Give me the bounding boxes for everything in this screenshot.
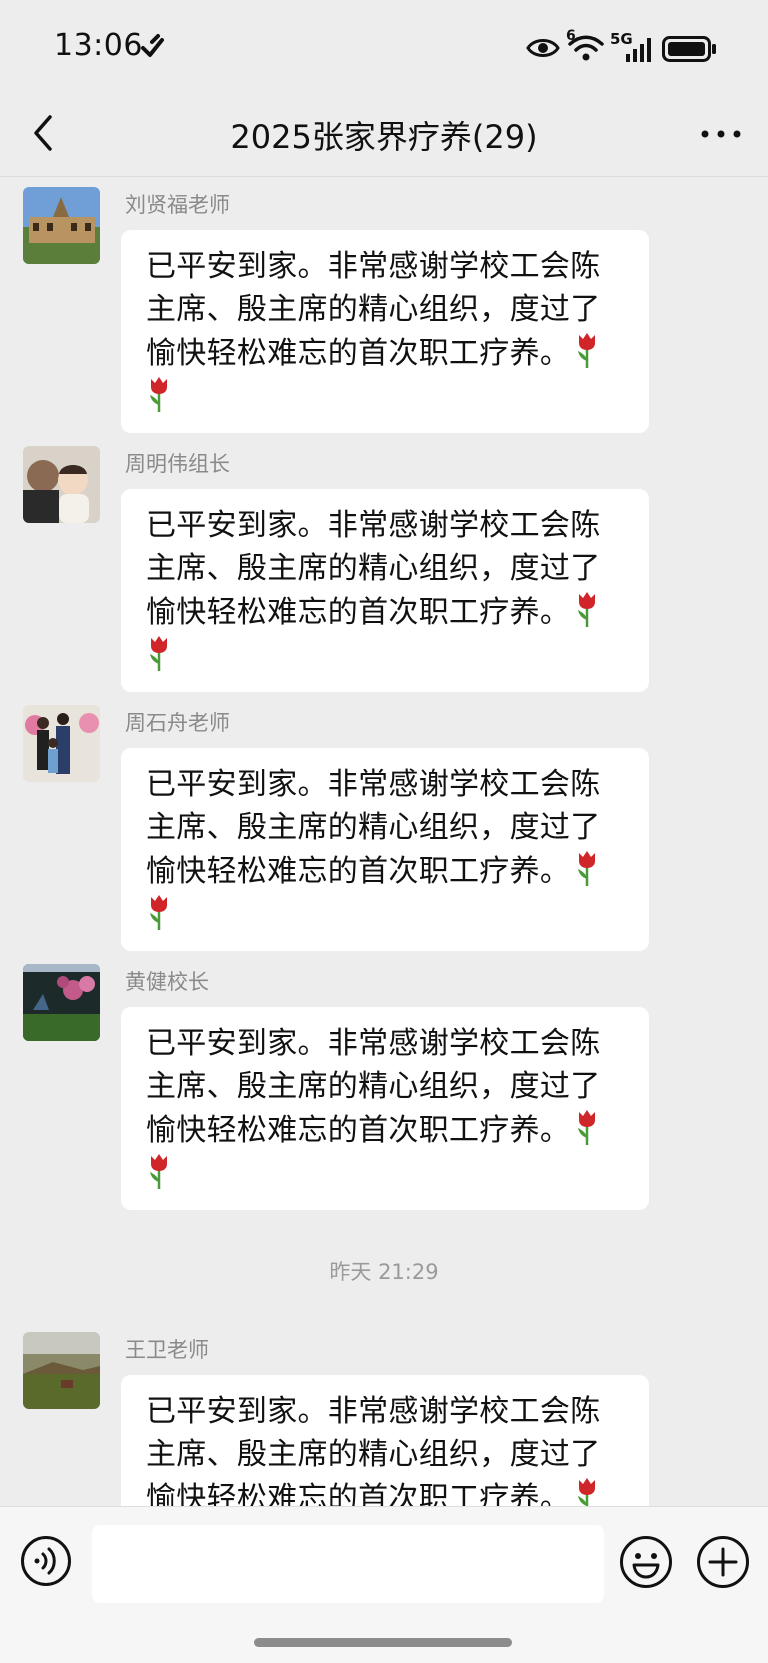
message-text: 已平安到家。非常感谢学校工会陈主席、殷主席的精心组织，度过了愉快轻松难忘的首次职… <box>146 767 601 889</box>
home-indicator[interactable] <box>254 1638 512 1647</box>
chat-header: 2025张家界疗养(29) <box>0 92 768 177</box>
signal-check-icon <box>140 32 170 64</box>
tulip-emoji-icon <box>146 1152 172 1190</box>
eye-icon <box>526 36 560 64</box>
voice-icon <box>21 1536 71 1586</box>
avatar[interactable] <box>23 187 100 264</box>
message-bubble[interactable]: 已平安到家。非常感谢学校工会陈主席、殷主席的精心组织，度过了愉快轻松难忘的首次职… <box>121 489 649 692</box>
message-bubble[interactable]: 已平安到家。非常感谢学校工会陈主席、殷主席的精心组织，度过了愉快轻松难忘的首次职… <box>121 230 649 433</box>
tulip-emoji-icon <box>574 1476 600 1506</box>
back-button[interactable] <box>24 108 68 158</box>
tulip-emoji-icon <box>574 849 600 887</box>
tulip-emoji-icon <box>146 634 172 672</box>
sender-name: 周石舟老师 <box>125 711 230 735</box>
sender-name: 黄健校长 <box>125 970 209 994</box>
input-bar <box>0 1506 768 1663</box>
sender-name: 周明伟组长 <box>125 452 230 476</box>
chat-title: 2025张家界疗养(29) <box>230 118 538 156</box>
avatar[interactable] <box>23 705 100 782</box>
more-functions-button[interactable] <box>696 1535 750 1589</box>
more-button[interactable] <box>696 114 746 154</box>
wifi-label: 6 <box>566 28 576 44</box>
status-bar: 13:06 6 5G <box>0 0 768 92</box>
tulip-emoji-icon <box>574 1108 600 1146</box>
tulip-emoji-icon <box>574 590 600 628</box>
time-divider: 昨天 21:29 <box>329 1260 439 1284</box>
voice-button[interactable] <box>20 1535 72 1587</box>
sender-name: 刘贤福老师 <box>125 193 230 217</box>
message-text: 已平安到家。非常感谢学校工会陈主席、殷主席的精心组织，度过了愉快轻松难忘的首次职… <box>146 1394 601 1506</box>
plus-circle-icon <box>697 1536 749 1588</box>
avatar[interactable] <box>23 446 100 523</box>
message-text: 已平安到家。非常感谢学校工会陈主席、殷主席的精心组织，度过了愉快轻松难忘的首次职… <box>146 508 601 630</box>
chevron-left-icon <box>34 115 52 151</box>
battery-icon <box>662 36 718 66</box>
signal-bars-icon <box>624 36 652 68</box>
avatar[interactable] <box>23 964 100 1041</box>
avatar[interactable] <box>23 1332 100 1409</box>
emoji-button[interactable] <box>619 1535 673 1589</box>
message-bubble[interactable]: 已平安到家。非常感谢学校工会陈主席、殷主席的精心组织，度过了愉快轻松难忘的首次职… <box>121 748 649 951</box>
message-input[interactable] <box>92 1525 604 1603</box>
more-dots-icon <box>701 130 741 138</box>
message-bubble[interactable]: 已平安到家。非常感谢学校工会陈主席、殷主席的精心组织，度过了愉快轻松难忘的首次职… <box>121 1007 649 1210</box>
message-bubble[interactable]: 已平安到家。非常感谢学校工会陈主席、殷主席的精心组织，度过了愉快轻松难忘的首次职… <box>121 1375 649 1506</box>
message-text: 已平安到家。非常感谢学校工会陈主席、殷主席的精心组织，度过了愉快轻松难忘的首次职… <box>146 249 601 371</box>
tulip-emoji-icon <box>146 375 172 413</box>
sender-name: 王卫老师 <box>125 1338 209 1362</box>
chat-message-list[interactable]: 刘贤福老师 已平安到家。非常感谢学校工会陈主席、殷主席的精心组织，度过了愉快轻松… <box>0 177 768 1506</box>
smiley-icon <box>620 1536 672 1588</box>
status-time: 13:06 <box>54 28 143 63</box>
tulip-emoji-icon <box>574 331 600 369</box>
message-text: 已平安到家。非常感谢学校工会陈主席、殷主席的精心组织，度过了愉快轻松难忘的首次职… <box>146 1026 601 1148</box>
tulip-emoji-icon <box>146 893 172 931</box>
